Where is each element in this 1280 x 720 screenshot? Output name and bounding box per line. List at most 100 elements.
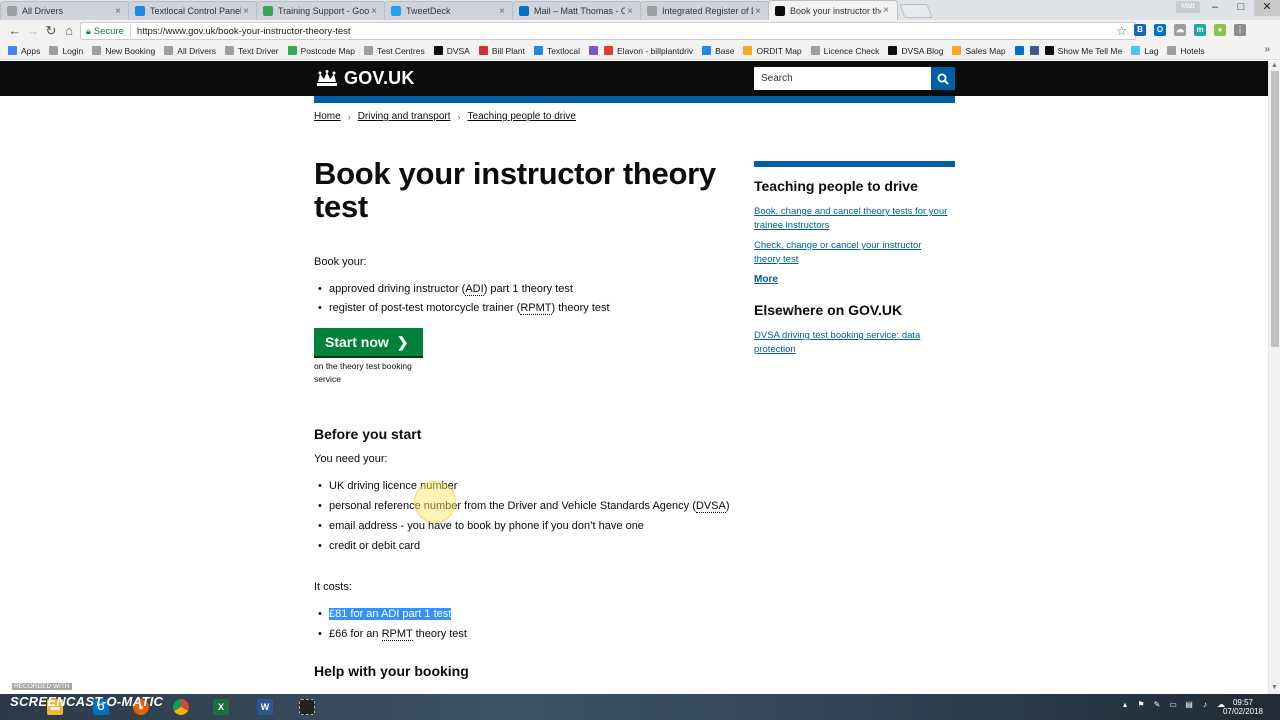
tray-flag-icon[interactable]: ⚑ bbox=[1136, 700, 1146, 710]
breadcrumb-home[interactable]: Home bbox=[314, 111, 341, 122]
bookmark-item[interactable]: Lag bbox=[1131, 46, 1158, 56]
tray-network-icon[interactable]: ▤ bbox=[1184, 700, 1194, 710]
browser-tab[interactable]: Integrated Register of D × bbox=[640, 1, 770, 20]
bookmark-label: New Booking bbox=[105, 45, 156, 56]
browser-tab[interactable]: TweetDeck × bbox=[384, 1, 514, 20]
bookmark-item[interactable] bbox=[589, 46, 599, 55]
bookmark-item[interactable]: Base bbox=[702, 46, 734, 56]
bookmark-item[interactable]: Apps bbox=[8, 46, 40, 56]
selected-text[interactable]: £81 for an ADI part 1 test bbox=[329, 608, 452, 620]
tray-battery-icon[interactable]: ▭ bbox=[1168, 700, 1178, 710]
minimize-button[interactable]: – bbox=[1202, 0, 1228, 16]
bookmark-item[interactable]: Licence Check bbox=[810, 46, 879, 56]
close-window-button[interactable]: ✕ bbox=[1254, 0, 1280, 16]
taskbar-clock[interactable]: 09:57 07/02/2018 bbox=[1218, 698, 1268, 716]
tab-label: Integrated Register of D bbox=[662, 6, 753, 16]
bookmark-item[interactable]: All Drivers bbox=[164, 46, 216, 56]
page-scrollbar[interactable]: ▲ ▼ bbox=[1268, 61, 1280, 694]
bookmark-label: Lag bbox=[1144, 45, 1159, 56]
bookmark-item[interactable]: Bill Plant bbox=[478, 46, 525, 56]
bookmark-favicon-icon bbox=[433, 46, 443, 55]
home-icon[interactable]: ⌂ bbox=[60, 22, 78, 40]
sidebar-blue-bar bbox=[754, 161, 955, 167]
recorder-watermark-small: RECORDED WITH bbox=[12, 683, 72, 690]
tab-close-icon[interactable]: × bbox=[497, 6, 507, 17]
maximize-button[interactable]: □ bbox=[1228, 0, 1254, 16]
bookmark-item[interactable]: DVSA Blog bbox=[888, 46, 943, 56]
bookmark-item[interactable]: Textlocal bbox=[533, 46, 580, 56]
govuk-logo[interactable]: GOV.UK bbox=[315, 68, 415, 89]
tab-close-icon[interactable]: × bbox=[113, 6, 123, 17]
bookmark-item[interactable]: Elavon - billplantdriv bbox=[604, 46, 693, 56]
back-icon[interactable]: ← bbox=[6, 22, 24, 40]
bookmark-item[interactable]: Test Centres bbox=[363, 46, 425, 56]
new-tab-button[interactable] bbox=[899, 4, 933, 18]
search-button[interactable] bbox=[931, 67, 955, 90]
browser-tab[interactable]: Book your instructor the × bbox=[768, 0, 898, 20]
browser-tab[interactable]: Mail – Matt Thomas - Ou × bbox=[512, 1, 642, 20]
bookmark-item[interactable]: Text Driver bbox=[225, 46, 279, 56]
tray-expand-icon[interactable]: ▴ bbox=[1120, 700, 1130, 710]
bookmark-item[interactable] bbox=[1014, 46, 1024, 55]
sidebar-link-instructor-theory[interactable]: Check, change or cancel your instructor … bbox=[754, 239, 949, 266]
browser-tab[interactable]: All Drivers × bbox=[0, 1, 130, 20]
extension-cloud-icon[interactable]: ☁ bbox=[1174, 24, 1186, 36]
forward-icon[interactable]: → bbox=[24, 22, 42, 40]
extension-m-icon[interactable]: m bbox=[1194, 24, 1206, 36]
breadcrumb-teaching[interactable]: Teaching people to drive bbox=[468, 111, 576, 122]
bookmark-item[interactable]: Postcode Map bbox=[287, 46, 355, 56]
tab-close-icon[interactable]: × bbox=[369, 6, 379, 17]
bookmark-item[interactable]: DVSA bbox=[433, 45, 470, 56]
more-bookmarks-icon[interactable]: » bbox=[1264, 44, 1270, 55]
taskbar-screen-recorder[interactable] bbox=[292, 697, 322, 717]
extension-b-icon[interactable]: B bbox=[1134, 24, 1146, 36]
bookmark-favicon-icon bbox=[225, 46, 235, 55]
tab-close-icon[interactable]: × bbox=[753, 6, 763, 17]
reload-icon[interactable]: ↻ bbox=[42, 22, 60, 40]
tray-volume-icon[interactable]: ♪ bbox=[1200, 700, 1210, 710]
bookmark-favicon-icon bbox=[702, 46, 712, 55]
browser-tab[interactable]: Textlocal Control Panel × bbox=[128, 1, 258, 20]
bookmark-label: DVSA Blog bbox=[901, 45, 944, 56]
bookmark-label: DVSA bbox=[446, 45, 470, 56]
bookmark-star-icon[interactable]: ☆ bbox=[1116, 24, 1127, 38]
bookmark-item[interactable] bbox=[1029, 46, 1039, 55]
window-user-badge[interactable]: Matt bbox=[1176, 1, 1200, 13]
bookmark-favicon-icon bbox=[1014, 46, 1024, 55]
sidebar-link-data-protection[interactable]: DVSA driving test booking service: data … bbox=[754, 329, 949, 356]
address-bar[interactable]: 🔒︎ Secure https://www.gov.uk/book-your-i… bbox=[80, 22, 1136, 40]
bookmark-item[interactable]: Show Me Tell Me bbox=[1044, 46, 1122, 56]
url-text[interactable]: https://www.gov.uk/book-your-instructor-… bbox=[137, 26, 351, 37]
start-now-button[interactable]: Start now ❯ bbox=[314, 328, 423, 356]
bookmark-item[interactable]: ORDIT Map bbox=[743, 46, 802, 56]
bookmark-favicon-icon bbox=[589, 46, 599, 55]
address-divider bbox=[129, 25, 131, 37]
sidebar-more-link[interactable]: More bbox=[754, 274, 778, 285]
tab-close-icon[interactable]: × bbox=[881, 5, 891, 16]
browser-tab[interactable]: Training Support - Goog × bbox=[256, 1, 386, 20]
bookmark-item[interactable]: Login bbox=[49, 46, 83, 56]
extension-circle-icon[interactable]: ● bbox=[1214, 24, 1226, 36]
tab-favicon-icon bbox=[263, 6, 273, 16]
tab-close-icon[interactable]: × bbox=[625, 6, 635, 17]
search-input[interactable] bbox=[754, 67, 931, 90]
list-item: credit or debit card bbox=[314, 539, 734, 554]
bookmark-item[interactable]: Sales Map bbox=[952, 46, 1006, 56]
tray-pen-icon[interactable]: ✎ bbox=[1152, 700, 1162, 710]
sidebar-link-trainee-theory[interactable]: Book, change and cancel theory tests for… bbox=[754, 205, 949, 232]
taskbar-chrome[interactable] bbox=[166, 697, 196, 717]
bookmark-item[interactable]: Hotels bbox=[1167, 46, 1205, 56]
taskbar-word[interactable]: W bbox=[250, 697, 280, 717]
tab-close-icon[interactable]: × bbox=[241, 6, 251, 17]
scroll-thumb[interactable] bbox=[1271, 71, 1279, 347]
clock-time: 09:57 bbox=[1232, 698, 1254, 707]
bookmark-item[interactable]: New Booking bbox=[92, 46, 155, 56]
extension-outlook-icon[interactable]: O bbox=[1154, 24, 1166, 36]
breadcrumb-driving-transport[interactable]: Driving and transport bbox=[358, 111, 451, 122]
breadcrumb-chevron-icon: › bbox=[347, 111, 351, 122]
bookmark-label: Elavon - billplantdriv bbox=[617, 45, 694, 56]
scroll-up-icon[interactable]: ▲ bbox=[1271, 62, 1278, 69]
chrome-menu-icon[interactable]: ⋮ bbox=[1234, 24, 1246, 36]
taskbar-excel[interactable]: X bbox=[206, 697, 236, 717]
scroll-down-icon[interactable]: ▼ bbox=[1271, 684, 1278, 691]
